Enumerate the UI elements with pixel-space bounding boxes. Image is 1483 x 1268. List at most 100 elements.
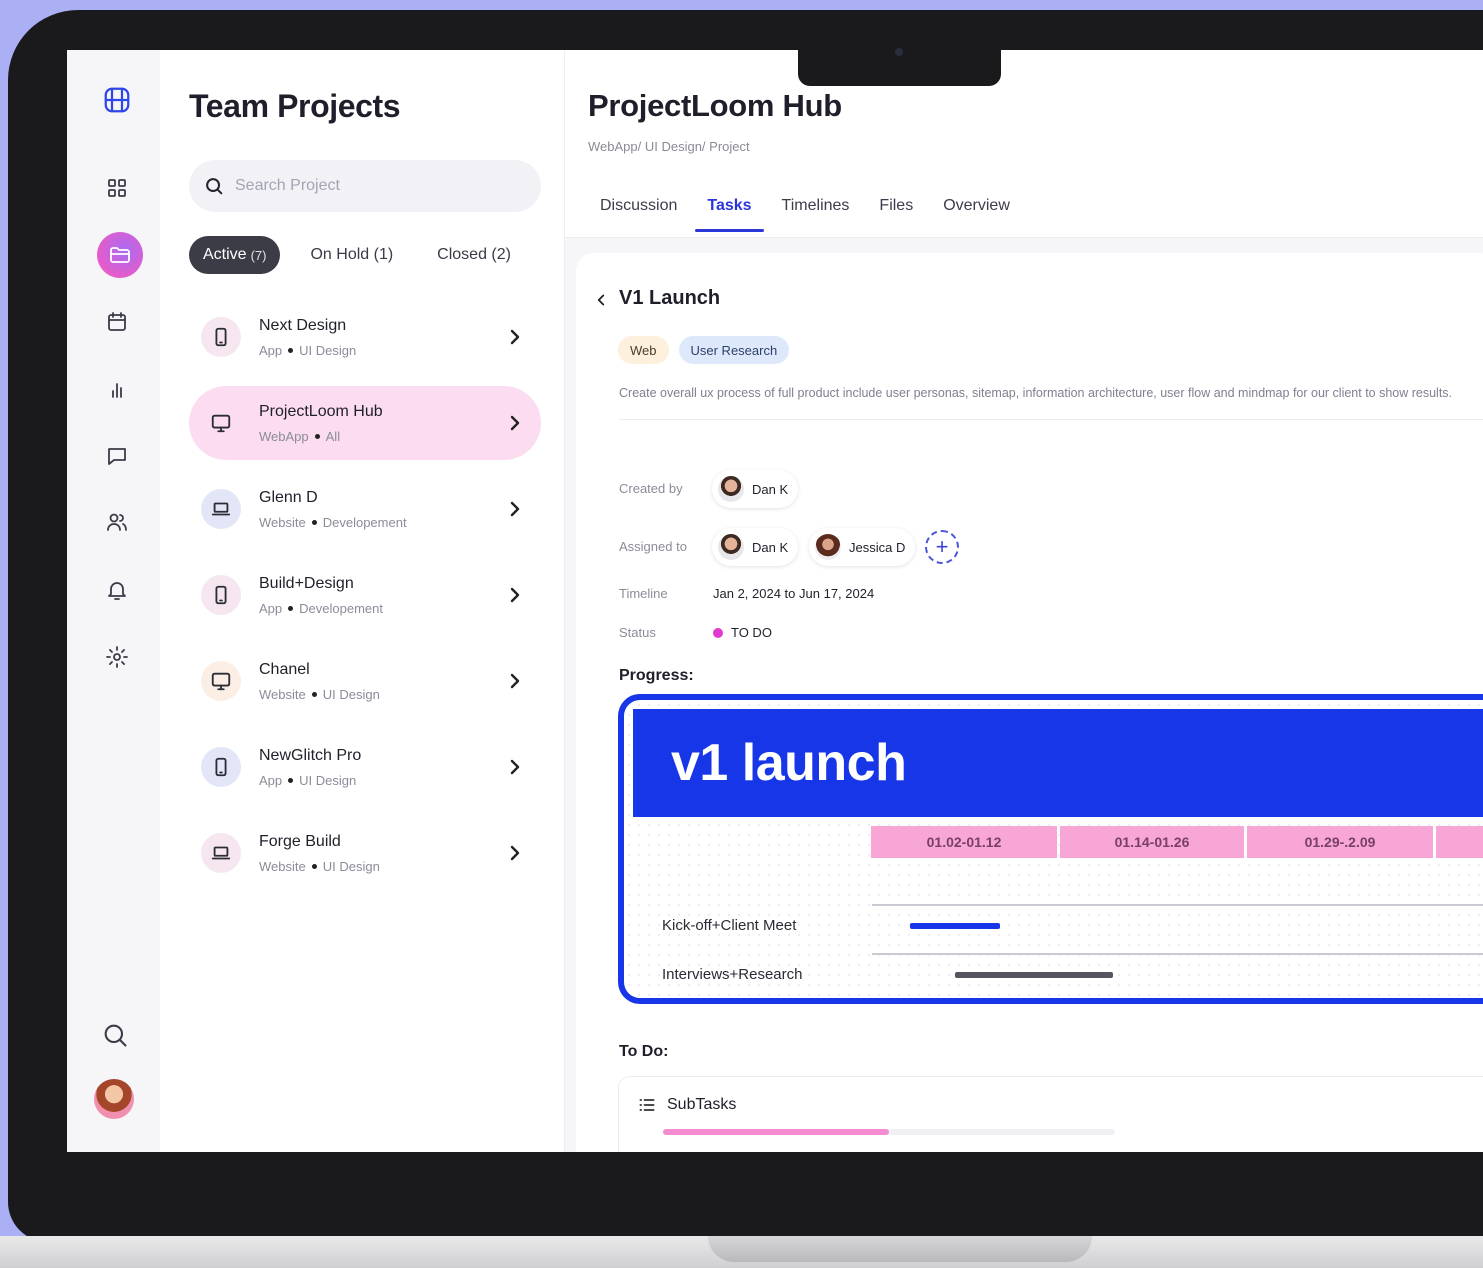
gantt-divider bbox=[872, 953, 1483, 955]
search-input[interactable] bbox=[235, 177, 515, 195]
chevron-right-icon[interactable] bbox=[503, 411, 527, 435]
chevron-right-icon[interactable] bbox=[503, 841, 527, 865]
camera-notch bbox=[798, 46, 1001, 86]
avatar bbox=[718, 534, 744, 560]
project-name: Glenn D bbox=[259, 488, 318, 506]
creator-name: Dan K bbox=[752, 481, 789, 497]
search-icon[interactable] bbox=[95, 1015, 135, 1055]
breadcrumb[interactable]: WebApp/ UI Design/ Project bbox=[588, 139, 750, 154]
meta-dot bbox=[311, 519, 317, 525]
project-type: App bbox=[259, 600, 283, 616]
chevron-right-icon[interactable] bbox=[503, 755, 527, 779]
meta-dot bbox=[311, 691, 317, 697]
filter-closed[interactable]: Closed (2) bbox=[423, 236, 525, 274]
task-tags: Web User Research bbox=[618, 336, 790, 364]
laptop-notch bbox=[708, 1236, 1092, 1262]
project-item-glenn-d[interactable]: Glenn D Website Developement bbox=[189, 472, 541, 546]
project-category: UI Design bbox=[322, 686, 380, 702]
meta-dot bbox=[288, 605, 294, 611]
gantt-divider bbox=[872, 1001, 1483, 1003]
phone-icon bbox=[201, 575, 241, 615]
gantt-bar-kickoff[interactable] bbox=[910, 923, 1000, 929]
search-box[interactable] bbox=[189, 160, 541, 212]
users-icon[interactable] bbox=[97, 502, 137, 542]
project-type: App bbox=[259, 772, 283, 788]
project-category: UI Design bbox=[299, 772, 357, 788]
gantt-row-label: Kick-off+Client Meet bbox=[662, 917, 797, 934]
panel-title: Team Projects bbox=[189, 88, 401, 124]
tab-overview[interactable]: Overview bbox=[931, 190, 1022, 230]
assignee-chip-dan[interactable]: Dan K bbox=[712, 528, 799, 566]
icon-rail bbox=[67, 50, 160, 1152]
meta-dot bbox=[314, 433, 320, 439]
chevron-right-icon[interactable] bbox=[503, 583, 527, 607]
status-text: TO DO bbox=[731, 625, 772, 640]
progress-heading: Progress: bbox=[619, 667, 694, 684]
bell-icon[interactable] bbox=[97, 570, 137, 610]
tab-bar: Discussion Tasks Timelines Files Overvie… bbox=[588, 190, 1022, 232]
assignee-chip-jessica[interactable]: Jessica D bbox=[809, 528, 916, 566]
meta-dot bbox=[288, 777, 294, 783]
project-category: All bbox=[325, 428, 341, 444]
task-title: V1 Launch bbox=[619, 287, 721, 309]
status-badge[interactable]: TO DO bbox=[713, 625, 772, 640]
todo-heading: To Do: bbox=[619, 1043, 669, 1060]
task-description: Create overall ux process of full produc… bbox=[619, 384, 1483, 420]
project-name: Build+Design bbox=[259, 574, 354, 592]
gantt-column-2: 01.14-01.26 bbox=[1060, 826, 1244, 858]
add-assignee-button[interactable]: + bbox=[925, 530, 959, 564]
filter-active-label: Active bbox=[203, 246, 247, 263]
chevron-right-icon[interactable] bbox=[503, 669, 527, 693]
gantt-column-4 bbox=[1436, 826, 1483, 858]
chat-icon[interactable] bbox=[97, 436, 137, 476]
created-by-label: Created by bbox=[619, 481, 683, 496]
tag-user-research[interactable]: User Research bbox=[678, 336, 790, 364]
project-item-forge-build[interactable]: Forge Build Website UI Design bbox=[189, 816, 541, 890]
creator-chip[interactable]: Dan K bbox=[712, 470, 799, 508]
project-item-build-design[interactable]: Build+Design App Developement bbox=[189, 558, 541, 632]
tab-discussion[interactable]: Discussion bbox=[588, 190, 689, 230]
main-panel: ProjectLoom Hub WebApp/ UI Design/ Proje… bbox=[565, 50, 1483, 1152]
calendar-icon[interactable] bbox=[97, 302, 137, 342]
project-item-chanel[interactable]: Chanel Website UI Design bbox=[189, 644, 541, 718]
dashboard-icon[interactable] bbox=[97, 168, 137, 208]
monitor-icon bbox=[201, 661, 241, 701]
meta-dot bbox=[311, 863, 317, 869]
project-item-projectloom-hub[interactable]: ProjectLoom Hub WebApp All bbox=[189, 386, 541, 460]
status-label: Status bbox=[619, 625, 656, 640]
assignee-name: Dan K bbox=[752, 539, 789, 555]
project-name: Chanel bbox=[259, 660, 310, 678]
filter-on-hold[interactable]: On Hold (1) bbox=[296, 236, 407, 274]
filter-active[interactable]: Active (7) bbox=[189, 236, 281, 274]
gantt-row-label: Interviews+Research bbox=[662, 966, 803, 983]
settings-icon[interactable] bbox=[97, 637, 137, 677]
project-name: Forge Build bbox=[259, 832, 341, 850]
avatar[interactable] bbox=[94, 1079, 134, 1119]
chart-icon[interactable] bbox=[97, 370, 137, 410]
logo-icon[interactable] bbox=[97, 80, 137, 120]
phone-icon bbox=[201, 317, 241, 357]
gantt-bar-research[interactable] bbox=[955, 972, 1113, 978]
project-item-next-design[interactable]: Next Design App UI Design bbox=[189, 300, 541, 374]
project-name: NewGlitch Pro bbox=[259, 746, 362, 764]
laptop-icon bbox=[201, 833, 241, 873]
chevron-right-icon[interactable] bbox=[503, 497, 527, 521]
gantt-chart: v1 launch 01.02-01.12 01.14-01.26 01.29-… bbox=[618, 694, 1483, 1004]
assignee-name: Jessica D bbox=[849, 539, 906, 555]
project-item-newglitch-pro[interactable]: NewGlitch Pro App UI Design bbox=[189, 730, 541, 804]
chevron-right-icon[interactable] bbox=[503, 325, 527, 349]
folder-icon[interactable] bbox=[97, 232, 143, 278]
camera-lens bbox=[895, 48, 903, 56]
subtasks-card[interactable]: SubTasks bbox=[618, 1076, 1483, 1152]
tab-tasks[interactable]: Tasks bbox=[695, 190, 764, 232]
tag-web[interactable]: Web bbox=[618, 336, 669, 364]
back-chevron-icon[interactable] bbox=[592, 291, 610, 309]
meta-dot bbox=[288, 347, 294, 353]
tab-files[interactable]: Files bbox=[867, 190, 925, 230]
project-category: UI Design bbox=[322, 858, 380, 874]
laptop-icon bbox=[201, 489, 241, 529]
laptop-base bbox=[0, 1236, 1483, 1268]
main-header: ProjectLoom Hub WebApp/ UI Design/ Proje… bbox=[565, 50, 1483, 238]
gantt-column-1: 01.02-01.12 bbox=[871, 826, 1057, 858]
tab-timelines[interactable]: Timelines bbox=[770, 190, 862, 230]
